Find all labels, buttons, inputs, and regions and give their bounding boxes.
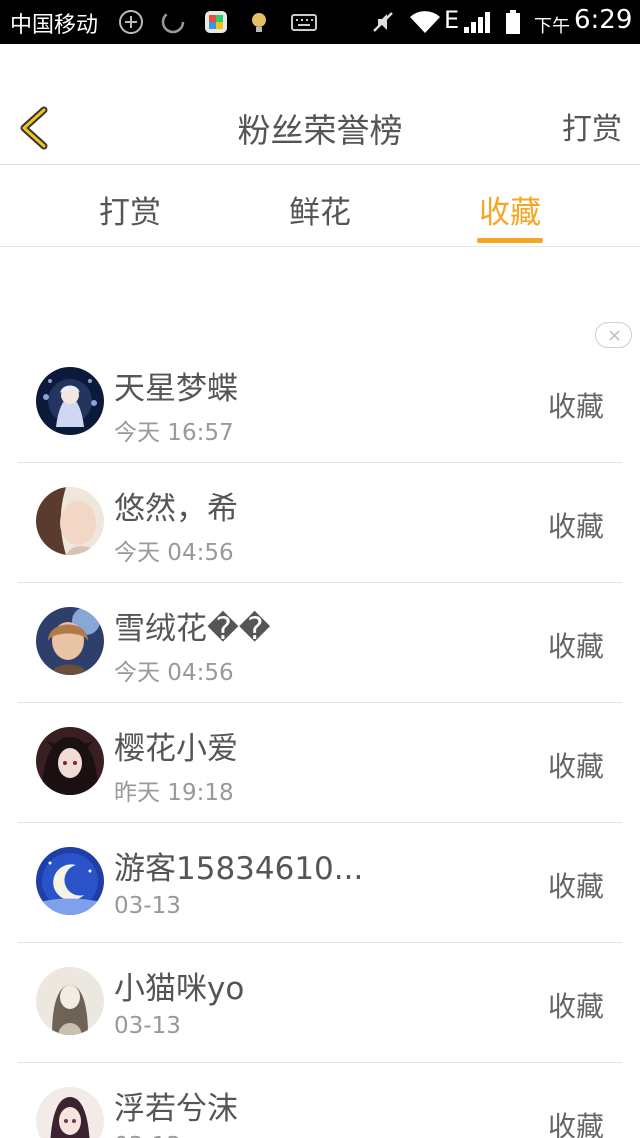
action-time: 03-13 — [114, 893, 181, 919]
tab-flowers[interactable]: 鲜花 — [250, 187, 390, 232]
action-time: 昨天 19:18 — [114, 780, 234, 806]
tab-reward[interactable]: 打赏 — [60, 187, 200, 232]
bulb-icon — [252, 13, 266, 32]
list-item[interactable]: 浮若兮沫 03-13 收藏 — [0, 1063, 640, 1138]
user-avatar[interactable] — [36, 367, 104, 435]
keyboard-icon — [291, 14, 317, 31]
user-name: 樱花小爱 — [114, 731, 238, 767]
user-name: 小猫咪yo — [114, 971, 245, 1007]
battery-icon — [506, 10, 520, 34]
mute-icon — [373, 12, 393, 32]
list-item[interactable]: 天星梦蝶 今天 16:57 收藏 — [0, 343, 640, 463]
user-avatar[interactable] — [36, 607, 104, 675]
user-name: 天星梦蝶 — [114, 371, 238, 407]
favorite-label: 收藏 — [547, 390, 604, 423]
user-name: 悠然，希 — [114, 491, 238, 527]
list-item[interactable]: 悠然，希 今天 04:56 收藏 — [0, 463, 640, 583]
active-tab-indicator — [477, 238, 543, 243]
app-icon — [205, 11, 227, 33]
user-avatar[interactable] — [36, 487, 104, 555]
status-time: 6:29 — [574, 5, 633, 35]
user-name: 游客15834610... — [114, 851, 364, 887]
wifi-icon — [410, 11, 440, 33]
add-circle-icon — [119, 10, 143, 34]
status-bar: 中国移动 E 下午 6:29 — [0, 0, 640, 44]
list-item[interactable]: 游客15834610... 03-13 收藏 — [0, 823, 640, 943]
user-avatar[interactable] — [36, 727, 104, 795]
loading-icon — [161, 10, 185, 34]
list-item[interactable]: 樱花小爱 昨天 19:18 收藏 — [0, 703, 640, 823]
favorite-label: 收藏 — [547, 630, 604, 663]
list-item[interactable]: 雪绒花�� 今天 04:56 收藏 — [0, 583, 640, 703]
user-avatar[interactable] — [36, 847, 104, 915]
header-bar: 粉丝荣誉榜 打赏 — [0, 44, 640, 165]
favorite-label: 收藏 — [547, 870, 604, 903]
network-type: E — [444, 6, 460, 34]
favorite-label: 收藏 — [547, 510, 604, 543]
reward-button[interactable]: 打赏 — [562, 104, 622, 148]
favorite-label: 收藏 — [547, 990, 604, 1023]
carrier-name: 中国移动 — [10, 13, 99, 38]
tab-favorites[interactable]: 收藏 — [440, 187, 580, 232]
user-avatar[interactable] — [36, 967, 104, 1035]
user-name: 浮若兮沫 — [114, 1091, 238, 1127]
time-prefix: 下午 — [534, 16, 570, 37]
action-time: 今天 16:57 — [114, 420, 234, 446]
action-time: 今天 04:56 — [114, 540, 234, 566]
user-avatar[interactable] — [36, 1087, 104, 1138]
favorite-label: 收藏 — [547, 750, 604, 783]
page-title: 粉丝荣誉榜 — [237, 111, 403, 150]
action-time: 03-13 — [114, 1133, 181, 1138]
favorite-label: 收藏 — [547, 1110, 604, 1138]
action-time: 03-13 — [114, 1013, 181, 1039]
tab-bar: 打赏 鲜花 收藏 — [0, 165, 640, 247]
signal-icon — [464, 12, 490, 33]
action-time: 今天 04:56 — [114, 660, 234, 686]
user-name: 雪绒花�� — [114, 611, 271, 647]
list-item[interactable]: 小猫咪yo 03-13 收藏 — [0, 943, 640, 1063]
